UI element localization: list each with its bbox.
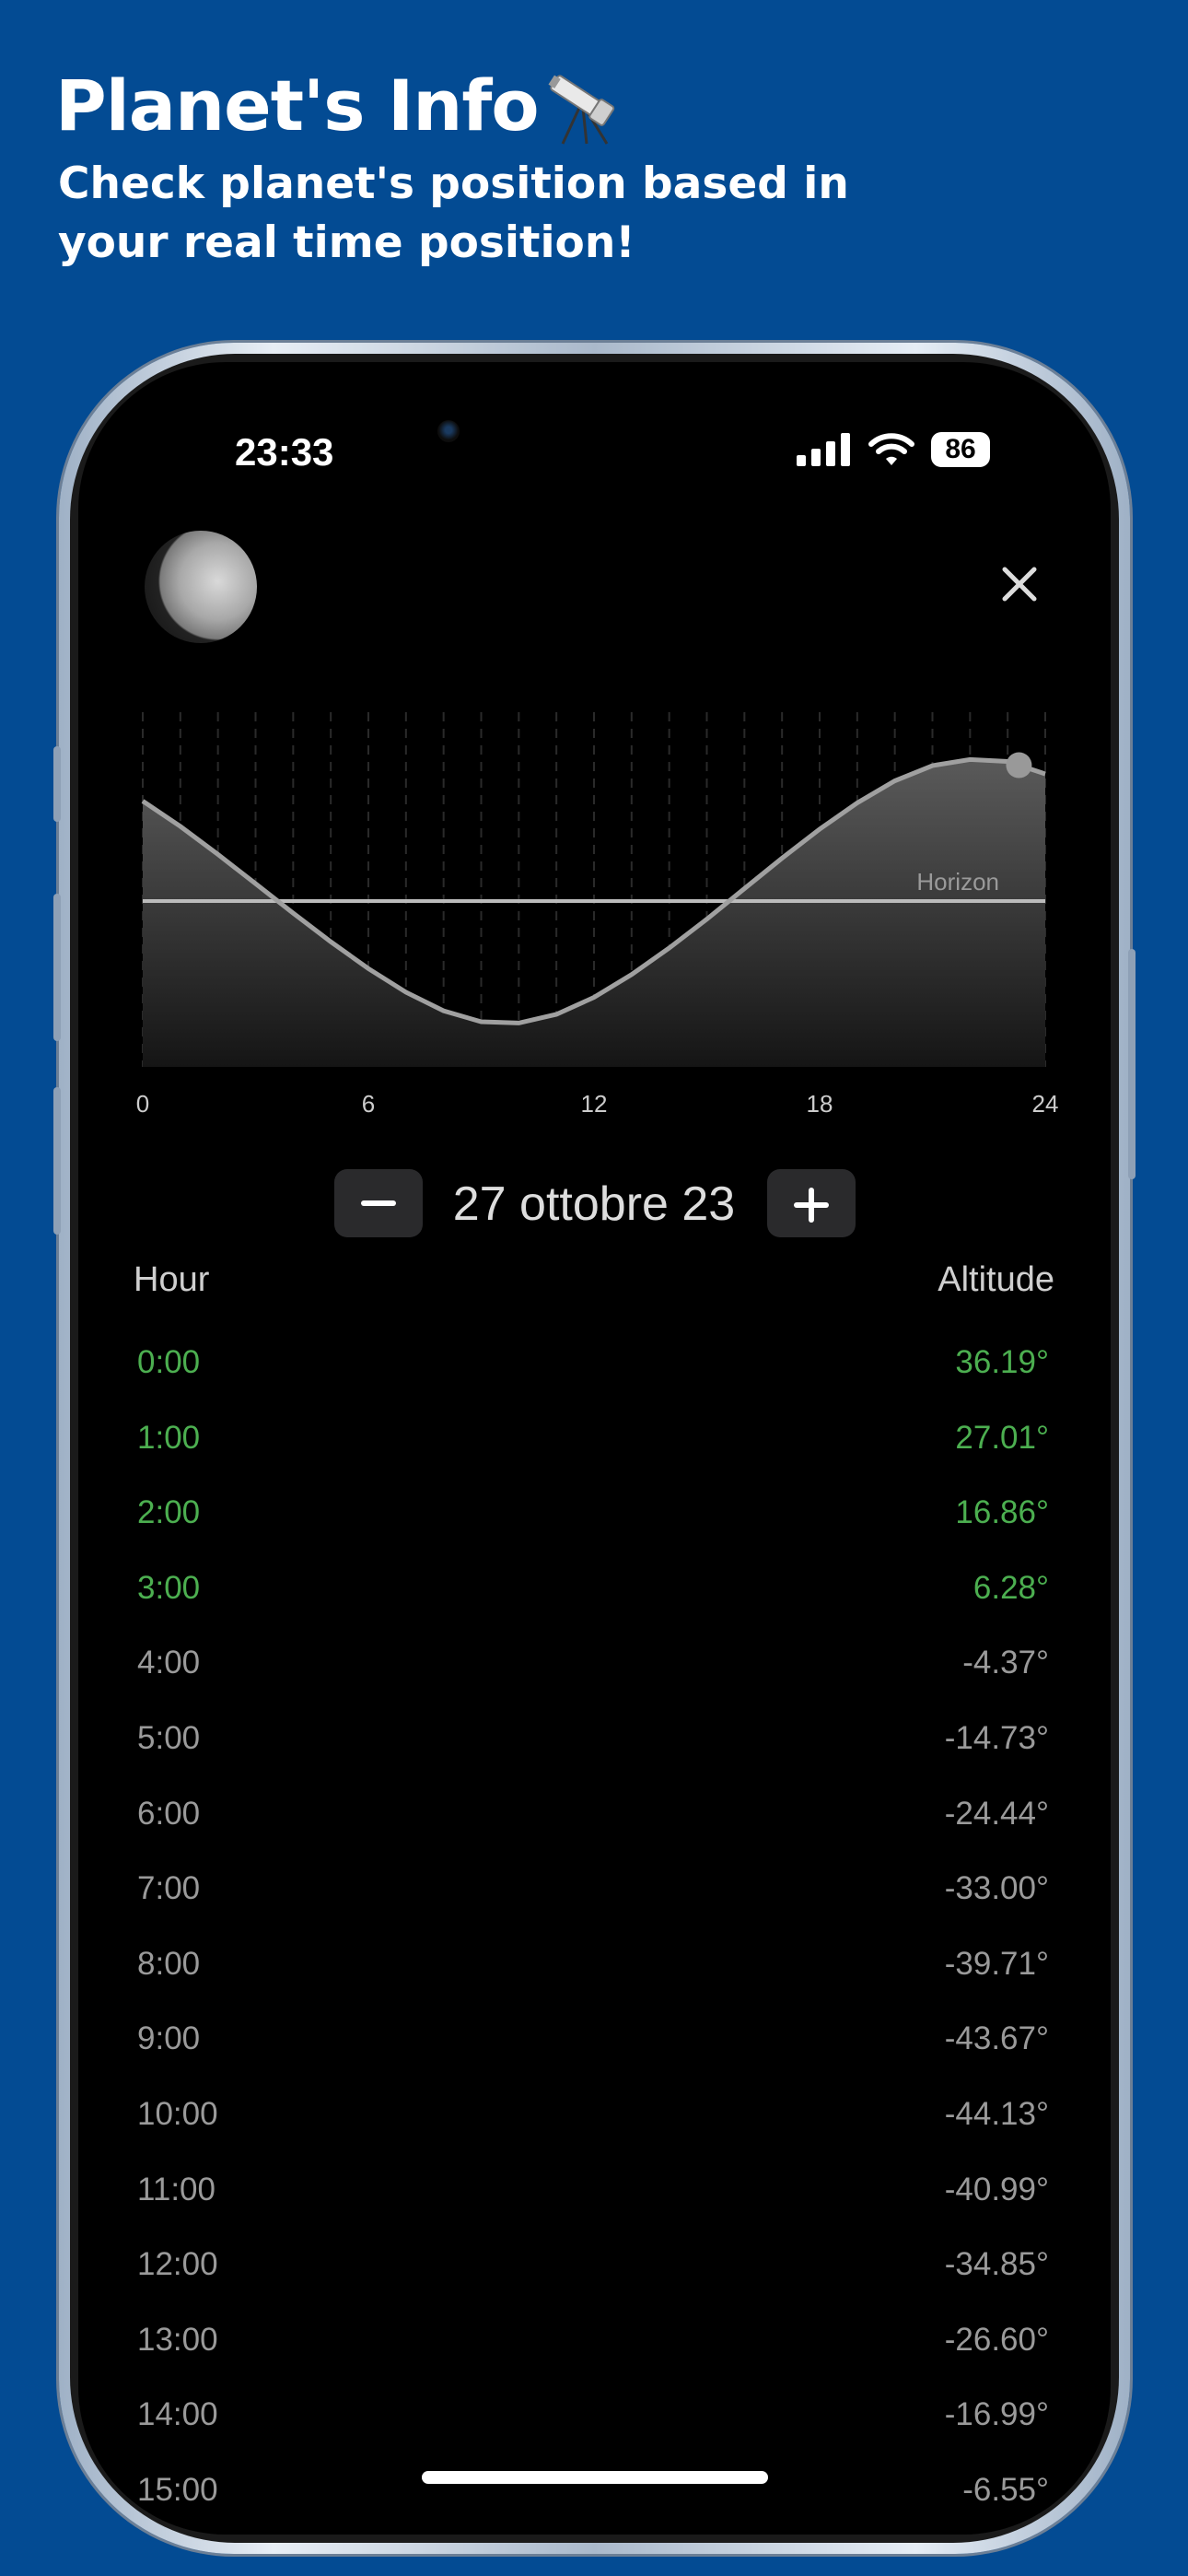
altitude-cell: 27.01° [955, 1419, 1049, 1456]
altitude-cell: -14.73° [944, 1719, 1049, 1756]
table-row: 6:00 -24.44° [137, 1796, 1049, 1871]
moon-icon [145, 531, 257, 643]
altitude-cell: -24.44° [944, 1795, 1049, 1832]
plus-icon [794, 1188, 829, 1223]
altitude-cell: -34.85° [944, 2246, 1049, 2283]
close-icon[interactable] [997, 562, 1042, 606]
hour-cell: 1:00 [137, 1419, 201, 1456]
altitude-cell: -6.55° [962, 2471, 1049, 2508]
hour-cell: 8:00 [137, 1945, 201, 1982]
battery-icon: 86 [931, 432, 990, 467]
volume-up-button [53, 894, 61, 1041]
hour-cell: 12:00 [137, 2246, 218, 2283]
status-icons: 86 [797, 432, 990, 467]
altitude-cell: -33.00° [944, 1870, 1049, 1907]
date-selector: 27 ottobre 23 [78, 1169, 1111, 1241]
x-tick-label: 18 [807, 1090, 833, 1118]
altitude-cell: -40.99° [944, 2171, 1049, 2207]
table-row: 5:00 -14.73° [137, 1720, 1049, 1796]
table-row: 11:00 -40.99° [137, 2172, 1049, 2247]
table-header: Hour Altitude [134, 1260, 1054, 1300]
altitude-column-header: Altitude [938, 1260, 1054, 1299]
altitude-cell: -39.71° [944, 1945, 1049, 1982]
telescope-icon [548, 74, 614, 145]
previous-day-button[interactable] [334, 1169, 423, 1237]
table-row: 3:00 6.28° [137, 1570, 1049, 1645]
hour-cell: 10:00 [137, 2095, 218, 2132]
table-row: 4:00 -4.37° [137, 1645, 1049, 1720]
altitude-table: 0:00 36.19° 1:00 27.01° 2:00 16.86° 3:00 6.28° 4… [137, 1344, 1049, 2535]
altitude-cell: -44.13° [944, 2095, 1049, 2132]
app-screen: 23:33 86 Horizon 0 6 12 18 24 27 ottobre … [78, 362, 1111, 2535]
date-label: 27 ottobre 23 [452, 1177, 736, 1231]
altitude-cell: 16.86° [955, 1494, 1049, 1531]
promo-subtitle: Check planet's position based in your re… [58, 158, 849, 268]
volume-down-button [53, 1087, 61, 1235]
table-row: 1:00 27.01° [137, 1420, 1049, 1495]
table-row: 2:00 16.86° [137, 1494, 1049, 1570]
camera-icon [437, 420, 460, 442]
promo-title: Planet's Info [55, 64, 622, 146]
altitude-chart: Horizon 0 6 12 18 24 [136, 712, 1059, 1118]
altitude-cell: 6.28° [973, 1569, 1049, 1606]
hour-cell: 6:00 [137, 1795, 201, 1832]
hour-cell: 14:00 [137, 2396, 218, 2433]
table-row: 13:00 -26.60° [137, 2322, 1049, 2397]
hour-cell: 13:00 [137, 2321, 218, 2358]
table-row: 10:00 -44.13° [137, 2096, 1049, 2172]
side-button [53, 746, 61, 822]
altitude-cell: -43.67° [944, 2020, 1049, 2057]
signal-icon [797, 433, 850, 466]
altitude-cell: 36.19° [955, 1344, 1049, 1380]
table-row: 12:00 -34.85° [137, 2246, 1049, 2322]
altitude-cell: -26.60° [944, 2321, 1049, 2358]
hour-cell: 9:00 [137, 2020, 201, 2057]
x-tick-label: 12 [581, 1090, 608, 1118]
next-day-button[interactable] [767, 1169, 856, 1237]
altitude-cell: -4.37° [962, 1645, 1049, 1681]
table-row: 14:00 -16.99° [137, 2396, 1049, 2472]
promo-title-text: Planet's Info [55, 64, 540, 146]
x-tick-label: 24 [1032, 1090, 1059, 1118]
power-button [1128, 949, 1136, 1179]
hour-cell: 7:00 [137, 1870, 201, 1907]
wifi-icon [868, 433, 914, 465]
x-tick-label: 6 [362, 1090, 375, 1118]
hour-cell: 11:00 [137, 2171, 215, 2207]
x-tick-label: 0 [136, 1090, 149, 1118]
home-indicator[interactable] [422, 2471, 768, 2484]
altitude-cell: -16.99° [944, 2396, 1049, 2433]
current-position-marker [1006, 752, 1032, 779]
horizon-label: Horizon [916, 868, 999, 896]
table-row: 8:00 -39.71° [137, 1946, 1049, 2021]
hour-cell: 0:00 [137, 1344, 201, 1380]
hour-cell: 5:00 [137, 1719, 201, 1756]
hour-cell: 4:00 [137, 1645, 201, 1681]
minus-icon [361, 1200, 396, 1206]
table-row: 0:00 36.19° [137, 1344, 1049, 1420]
hour-cell: 15:00 [137, 2471, 218, 2508]
hour-cell: 2:00 [137, 1494, 201, 1531]
table-row: 7:00 -33.00° [137, 1870, 1049, 1946]
hour-cell: 3:00 [137, 1569, 201, 1606]
hour-column-header: Hour [134, 1260, 210, 1299]
status-time: 23:33 [235, 430, 334, 474]
table-row: 9:00 -43.67° [137, 2020, 1049, 2096]
